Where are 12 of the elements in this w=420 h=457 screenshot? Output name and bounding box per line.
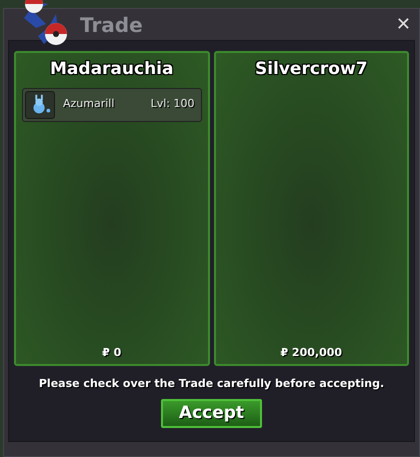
pokemon-name: Azumarill — [63, 96, 114, 112]
money-amount: ₽ 0 — [102, 344, 122, 360]
pokemon-slot[interactable]: Azumarill Lvl: 100 — [22, 88, 202, 122]
trader-name: Silvercrow7 — [254, 58, 368, 81]
trader-name: Madarauchia — [50, 58, 174, 81]
pokemon-level: Lvl: 100 — [150, 96, 194, 112]
accept-button[interactable]: Accept — [161, 398, 262, 428]
notice-text: Please check over the Trade carefully before accepting. — [38, 376, 386, 392]
money-amount: ₽ 200,000 — [280, 344, 342, 360]
creature-icon — [25, 90, 55, 118]
close-button[interactable]: ✕ — [394, 16, 413, 34]
window-title: Trade — [80, 12, 143, 38]
